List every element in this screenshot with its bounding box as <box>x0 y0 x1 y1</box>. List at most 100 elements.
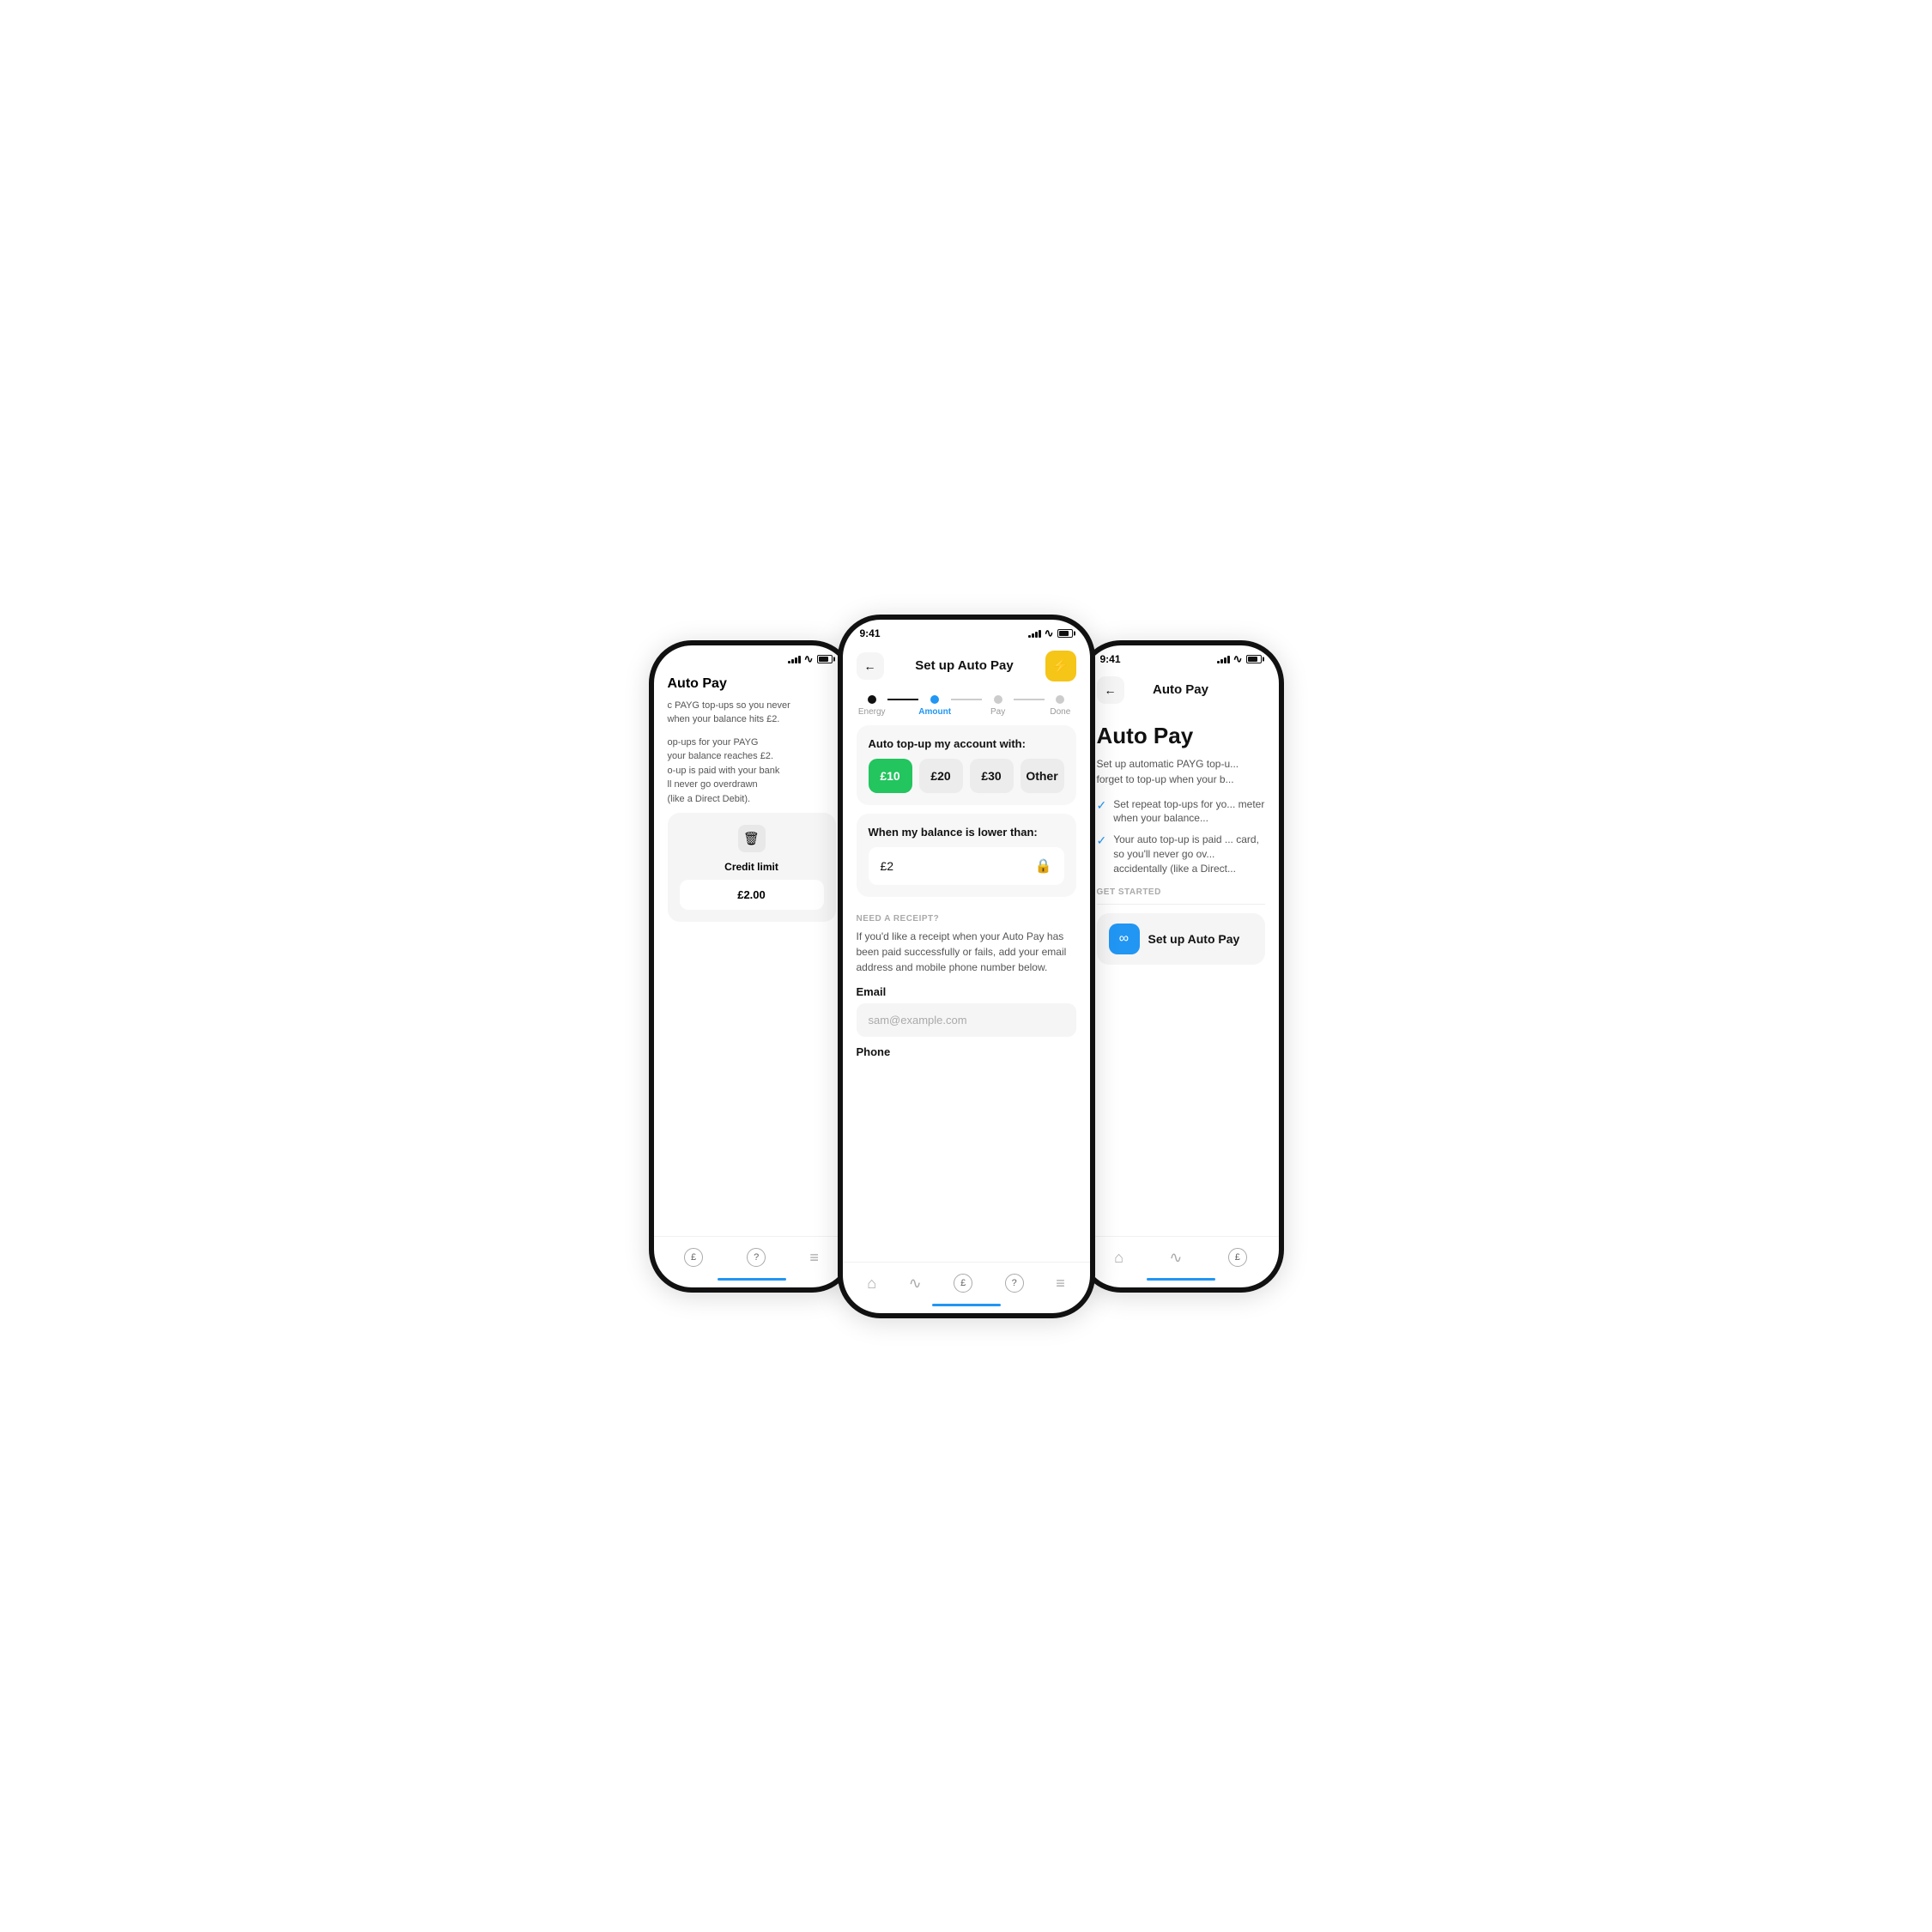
receipt-label: NEED A RECEIPT? <box>857 914 1076 924</box>
left-desc: c PAYG top-ups so you never when your ba… <box>668 699 836 727</box>
check-item-1: ✓ Set repeat top-ups for yo... meter whe… <box>1097 797 1265 827</box>
status-time-center: 9:41 <box>860 627 881 639</box>
nav-menu-left[interactable]: ≡ <box>809 1249 819 1267</box>
email-placeholder: sam@example.com <box>869 1014 967 1027</box>
stepper-dot-energy <box>868 695 876 704</box>
bottom-nav-left: £ ? ≡ <box>654 1236 850 1287</box>
credit-label: Credit limit <box>680 861 824 873</box>
status-bar-left: ∿ <box>654 645 850 669</box>
home-icon-center: ⌂ <box>867 1275 876 1293</box>
trash-icon[interactable]: 🗑 <box>738 825 766 852</box>
nav-pound-left[interactable]: £ <box>684 1248 703 1267</box>
amount-btn-other[interactable]: Other <box>1021 759 1064 793</box>
phone-label: Phone <box>857 1045 1076 1058</box>
pound-icon-right: £ <box>1228 1248 1247 1267</box>
check-text-2: Your auto top-up is paid ... card, so yo… <box>1113 833 1264 875</box>
setup-autopay-btn[interactable]: ∞ Set up Auto Pay <box>1097 913 1265 965</box>
nav-home-center[interactable]: ⌂ <box>867 1275 876 1293</box>
nav-help-left[interactable]: ? <box>747 1248 766 1267</box>
menu-icon-center: ≡ <box>1056 1275 1065 1293</box>
home-icon-right: ⌂ <box>1114 1249 1123 1267</box>
nav-graph-center[interactable]: ∿ <box>909 1275 922 1293</box>
phone-right: 9:41 ∿ ← Auto Pay Auto Pay Se <box>1078 640 1284 1293</box>
stepper-label-amount: Amount <box>918 707 951 717</box>
amount-btn-30[interactable]: £30 <box>970 759 1014 793</box>
wifi-icon-left: ∿ <box>804 652 814 666</box>
stepper-line-1 <box>887 699 918 700</box>
autopay-main-title: Auto Pay <box>1097 723 1265 749</box>
stepper-dot-amount <box>930 695 939 704</box>
app-scene: ∿ Auto Pay c PAYG top-ups so you never w… <box>580 580 1353 1353</box>
stepper-center: Energy Amount Pay Done <box>843 688 1090 717</box>
menu-icon-left: ≡ <box>809 1249 819 1267</box>
topup-title: Auto top-up my account with: <box>869 737 1064 750</box>
check-item-2: ✓ Your auto top-up is paid ... card, so … <box>1097 833 1265 875</box>
setup-btn-icon: ∞ <box>1109 924 1140 954</box>
bottom-indicator-right <box>1147 1278 1215 1281</box>
pound-icon-center: £ <box>954 1274 972 1293</box>
help-icon-left: ? <box>747 1248 766 1267</box>
nav-pound-center[interactable]: £ <box>954 1274 972 1293</box>
autopay-desc: Set up automatic PAYG top-u... forget to… <box>1097 756 1265 787</box>
balance-title: When my balance is lower than: <box>869 826 1064 839</box>
stepper-done: Done <box>1045 695 1075 717</box>
back-button-center[interactable]: ← <box>857 652 884 680</box>
stepper-label-energy: Energy <box>858 707 886 717</box>
balance-input[interactable]: £2 🔒 <box>869 847 1064 885</box>
battery-icon-right <box>1246 655 1262 663</box>
nav-title-center: Set up Auto Pay <box>915 658 1013 673</box>
left-desc2: op-ups for your PAYG your balance reache… <box>668 736 836 807</box>
nav-header-right: ← Auto Pay <box>1083 669 1279 711</box>
credit-box: 🗑 Credit limit £2.00 <box>668 813 836 922</box>
battery-icon-left <box>817 655 833 663</box>
left-title: Auto Pay <box>668 676 727 691</box>
nav-header-center: ← Set up Auto Pay ⚡ <box>843 644 1090 688</box>
graph-icon-right: ∿ <box>1169 1249 1182 1267</box>
stepper-amount: Amount <box>918 695 951 717</box>
nav-home-right[interactable]: ⌂ <box>1114 1249 1123 1267</box>
receipt-desc: If you'd like a receipt when your Auto P… <box>857 929 1076 975</box>
setup-btn-text: Set up Auto Pay <box>1148 932 1240 946</box>
nav-menu-center[interactable]: ≡ <box>1056 1275 1065 1293</box>
receipt-section: NEED A RECEIPT? If you'd like a receipt … <box>843 905 1090 1072</box>
bottom-nav-right: ⌂ ∿ £ <box>1083 1236 1279 1287</box>
amount-btn-20[interactable]: £20 <box>919 759 963 793</box>
balance-card: When my balance is lower than: £2 🔒 <box>857 814 1076 897</box>
stepper-pay: Pay <box>982 695 1013 717</box>
back-arrow-right: ← <box>1105 683 1117 697</box>
lightning-btn-center[interactable]: ⚡ <box>1045 651 1076 681</box>
back-button-right[interactable]: ← <box>1097 676 1124 704</box>
amount-btn-10[interactable]: £10 <box>869 759 912 793</box>
nav-title-right: Auto Pay <box>1153 682 1208 697</box>
check-icon-2: ✓ <box>1097 833 1107 848</box>
nav-help-center[interactable]: ? <box>1005 1274 1024 1293</box>
stepper-line-2 <box>951 699 982 700</box>
email-input[interactable]: sam@example.com <box>857 1003 1076 1037</box>
email-label: Email <box>857 985 1076 998</box>
topup-card: Auto top-up my account with: £10 £20 £30… <box>857 725 1076 805</box>
nav-graph-right[interactable]: ∿ <box>1169 1249 1182 1267</box>
bottom-nav-center: ⌂ ∿ £ ? ≡ <box>843 1262 1090 1313</box>
back-arrow-center: ← <box>864 659 876 673</box>
check-icon-1: ✓ <box>1097 798 1107 813</box>
phone-left: ∿ Auto Pay c PAYG top-ups so you never w… <box>649 640 855 1293</box>
stepper-line-3 <box>1014 699 1045 700</box>
get-started-label: GET STARTED <box>1097 887 1265 897</box>
status-time-right: 9:41 <box>1100 653 1121 665</box>
nav-pound-right[interactable]: £ <box>1228 1248 1247 1267</box>
pound-icon-left: £ <box>684 1248 703 1267</box>
status-bar-center: 9:41 ∿ <box>843 620 1090 644</box>
status-icons-left: ∿ <box>788 652 833 666</box>
stepper-label-pay: Pay <box>990 707 1005 717</box>
divider-right <box>1097 904 1265 905</box>
status-icons-right: ∿ <box>1217 652 1262 666</box>
stepper-label-done: Done <box>1050 707 1070 717</box>
wifi-icon-center: ∿ <box>1045 627 1054 640</box>
credit-value: £2.00 <box>680 880 824 910</box>
lightning-icon-center: ⚡ <box>1052 657 1069 675</box>
bottom-indicator-center <box>932 1304 1001 1306</box>
wifi-icon-right: ∿ <box>1233 652 1243 666</box>
check-text-1: Set repeat top-ups for yo... meter when … <box>1113 797 1264 827</box>
left-body: c PAYG top-ups so you never when your ba… <box>654 695 850 926</box>
graph-icon-center: ∿ <box>909 1275 922 1293</box>
